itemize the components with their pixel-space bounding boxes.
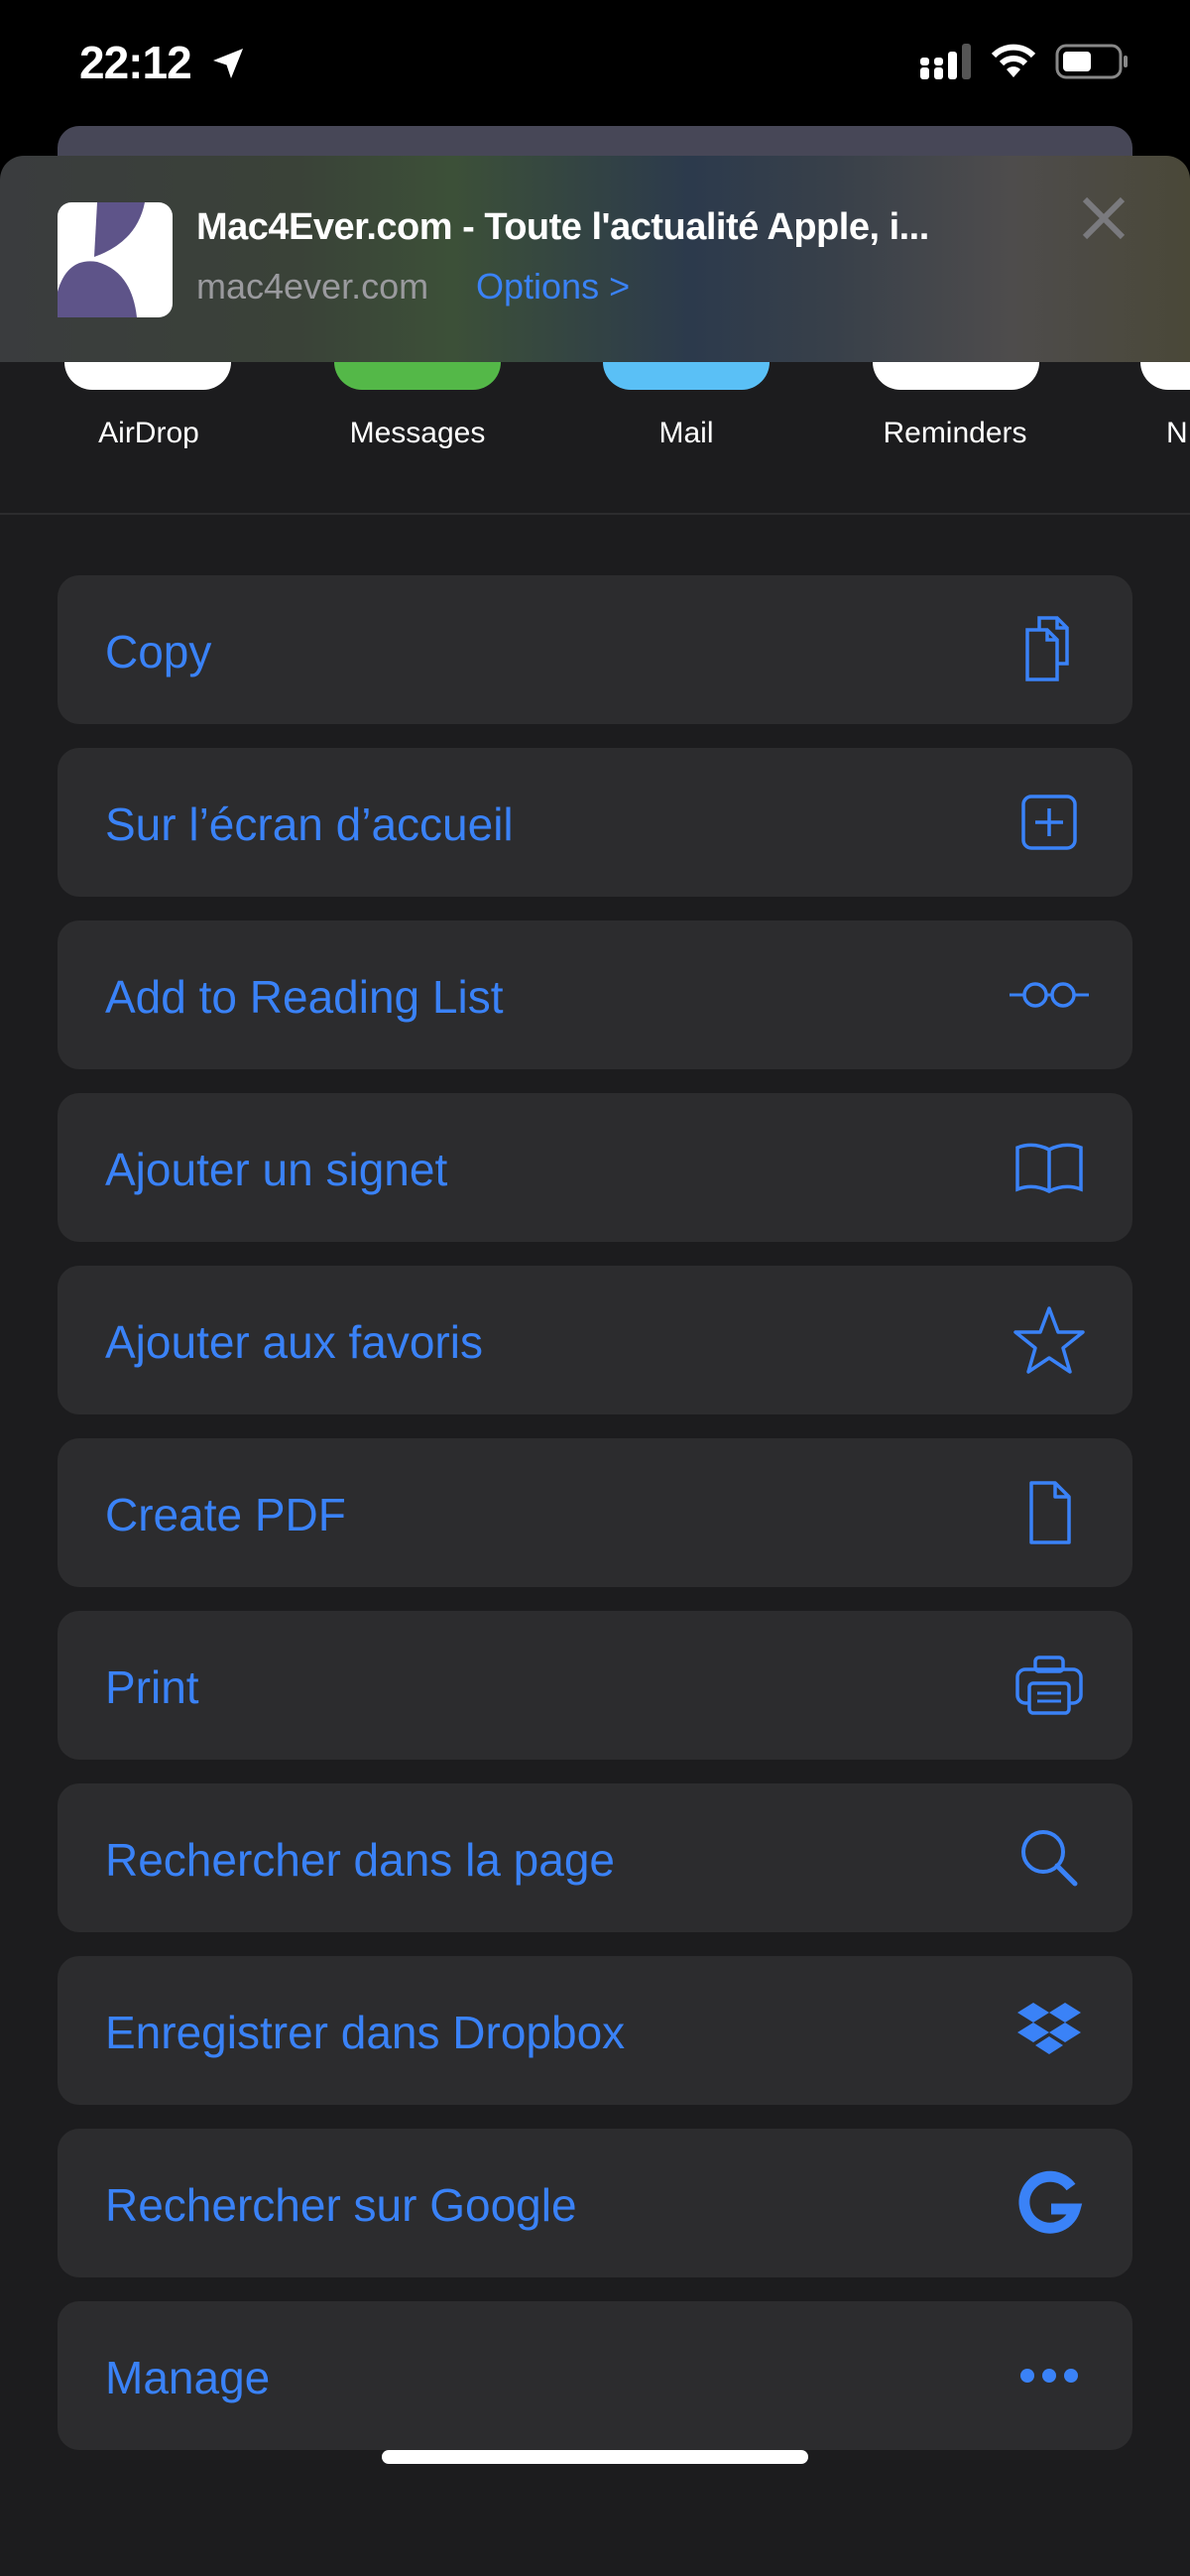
- action-label: Sur l’écran d’accueil: [105, 798, 514, 850]
- app-mail-label[interactable]: Mail: [577, 417, 795, 450]
- action-label: Copy: [105, 626, 212, 677]
- action-label: Add to Reading List: [105, 971, 504, 1023]
- app-messages-label[interactable]: Messages: [308, 417, 527, 450]
- share-apps-row: AirDrop Messages Mail Reminders N: [0, 362, 1190, 511]
- action-row-add-square[interactable]: Sur l’écran d’accueil: [58, 748, 1132, 897]
- location-arrow-icon: [213, 49, 243, 78]
- close-icon[interactable]: [1079, 193, 1129, 243]
- page-domain: mac4ever.com: [196, 266, 429, 307]
- app-reminders-icon[interactable]: [873, 362, 1039, 390]
- action-label: Print: [105, 1661, 199, 1713]
- action-label: Rechercher sur Google: [105, 2179, 577, 2231]
- app-airdrop-icon[interactable]: [64, 362, 231, 390]
- google-icon: [1018, 2170, 1083, 2234]
- status-bar: 22:12: [0, 0, 1190, 129]
- action-row-google[interactable]: Rechercher sur Google: [58, 2129, 1132, 2277]
- copy-icon: [1025, 616, 1069, 681]
- page-title: Mac4Ever.com - Toute l'actualité Apple, …: [196, 206, 929, 248]
- star-icon: [1013, 1306, 1085, 1374]
- divider: [0, 513, 1190, 515]
- action-label: Ajouter un signet: [105, 1144, 448, 1195]
- glasses-icon: [1010, 982, 1089, 1008]
- action-label: Enregistrer dans Dropbox: [105, 2007, 626, 2058]
- action-label: Rechercher dans la page: [105, 1834, 615, 1886]
- action-row-ellipsis[interactable]: Manage: [58, 2301, 1132, 2450]
- book-icon: [1015, 1143, 1083, 1193]
- search-icon: [1021, 1830, 1078, 1887]
- status-time: 22:12: [79, 37, 192, 88]
- action-label: Ajouter aux favoris: [105, 1316, 483, 1368]
- app-reminders-label[interactable]: Reminders: [846, 417, 1064, 450]
- app-next-icon[interactable]: [1140, 362, 1190, 390]
- action-row-star[interactable]: Ajouter aux favoris: [58, 1266, 1132, 1414]
- home-indicator[interactable]: [382, 2450, 808, 2464]
- action-row-printer[interactable]: Print: [58, 1611, 1132, 1760]
- options-link[interactable]: Options >: [476, 266, 630, 307]
- action-row-copy[interactable]: Copy: [58, 575, 1132, 724]
- action-label: Create PDF: [105, 1489, 346, 1540]
- battery-icon: [1055, 44, 1128, 79]
- dropbox-icon: [1017, 2003, 1081, 2054]
- printer-icon: [1015, 1656, 1083, 1715]
- cellular-signal-icon: [920, 44, 971, 79]
- action-row-search[interactable]: Rechercher dans la page: [58, 1783, 1132, 1932]
- app-messages-icon[interactable]: [334, 362, 501, 390]
- share-header: [0, 156, 1190, 362]
- app-next-label[interactable]: N: [1166, 417, 1190, 450]
- ellipsis-icon: [1020, 2369, 1078, 2383]
- app-airdrop-label[interactable]: AirDrop: [40, 417, 258, 450]
- document-icon: [1029, 1481, 1071, 1544]
- site-favicon: [58, 202, 173, 317]
- action-row-dropbox[interactable]: Enregistrer dans Dropbox: [58, 1956, 1132, 2105]
- action-label: Manage: [105, 2352, 271, 2403]
- app-mail-icon[interactable]: [603, 362, 770, 390]
- action-row-book[interactable]: Ajouter un signet: [58, 1093, 1132, 1242]
- action-row-document[interactable]: Create PDF: [58, 1438, 1132, 1587]
- wifi-icon: [991, 44, 1036, 77]
- action-row-glasses[interactable]: Add to Reading List: [58, 920, 1132, 1069]
- add-square-icon: [1021, 795, 1077, 850]
